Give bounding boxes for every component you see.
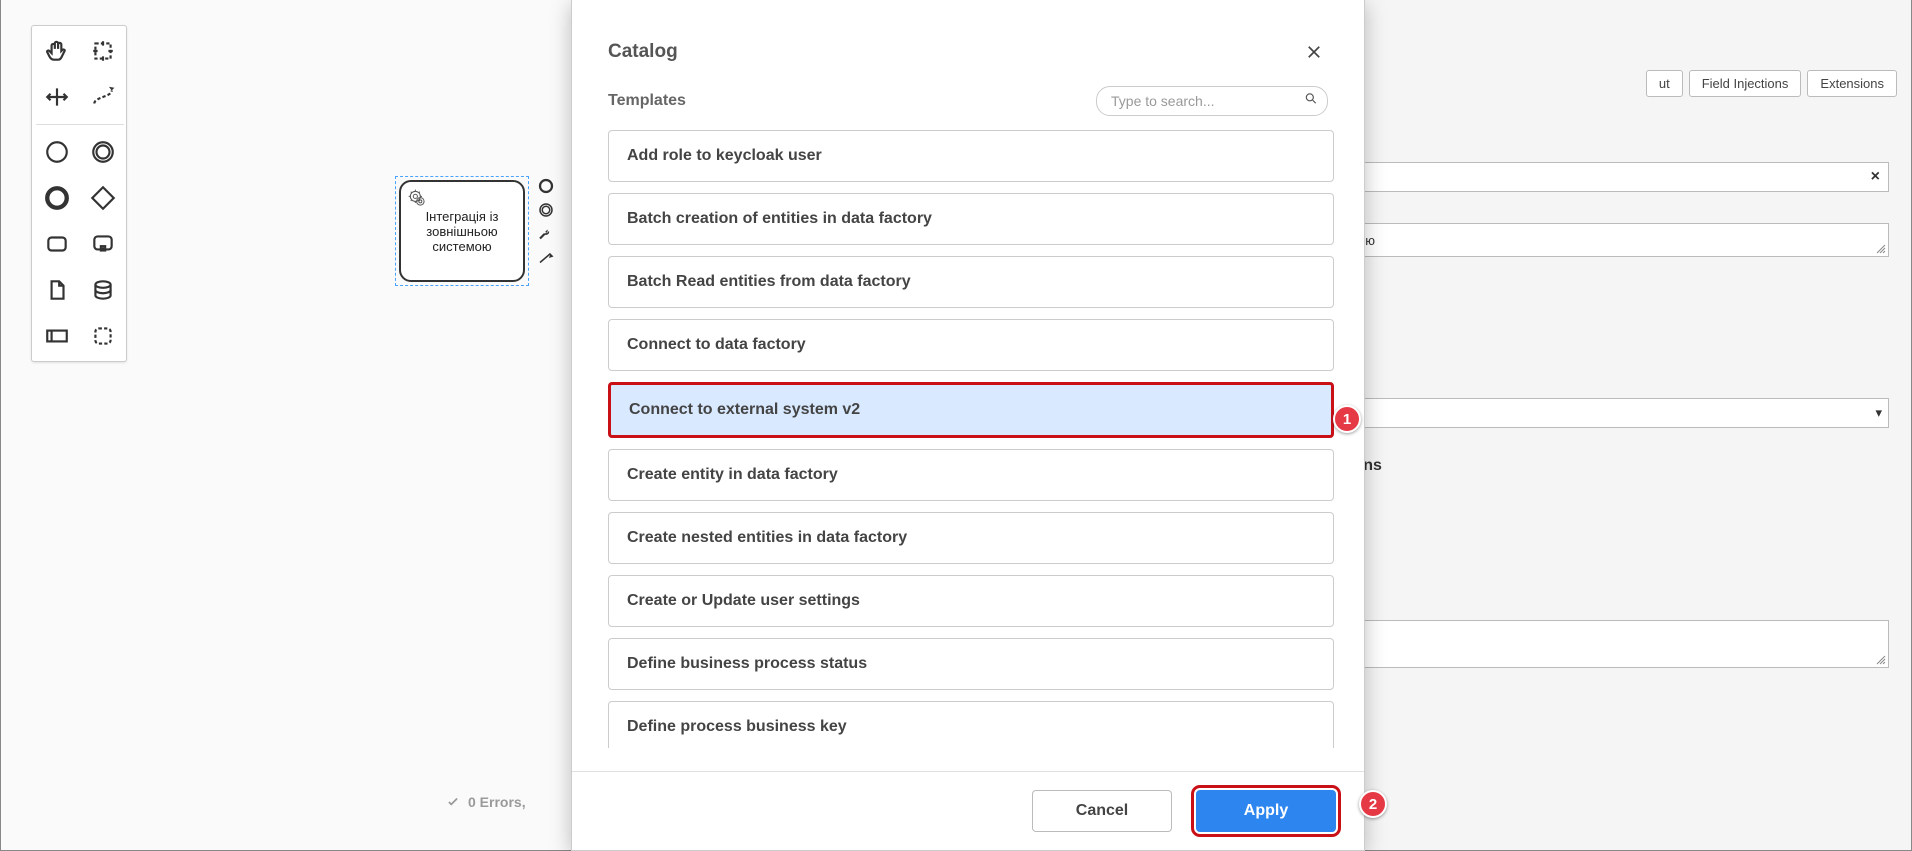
template-item[interactable]: Add role to keycloak user [608,130,1334,182]
subprocess-tool[interactable] [82,223,124,265]
template-item[interactable]: Create nested entities in data factory [608,512,1334,564]
field-textarea[interactable] [1327,620,1889,668]
cancel-button[interactable]: Cancel [1032,790,1172,832]
tab-field-injections[interactable]: Field Injections [1689,70,1802,97]
callout-2: 2 [1359,790,1387,818]
wrench-icon[interactable] [535,223,557,245]
template-item[interactable]: Create or Update user settings [608,575,1334,627]
callout-1: 1 [1333,405,1361,433]
bpmn-service-task[interactable]: Інтеграція із зовнішньою системою [399,180,525,282]
context-pad [535,175,557,269]
close-button[interactable] [1300,38,1328,66]
intermediate-event-tool[interactable] [82,131,124,173]
field-id[interactable]: × [1327,162,1889,192]
global-connect-tool[interactable] [82,76,124,118]
status-text: 0 Errors, [468,794,526,810]
data-store-tool[interactable] [82,269,124,311]
template-item[interactable]: Connect to external system v2 [608,382,1334,438]
tool-palette [31,25,127,362]
status-bar: 0 Errors, [446,794,526,810]
group-tool[interactable] [82,315,124,357]
close-icon [1305,43,1323,61]
tab-ut[interactable]: ut [1646,70,1683,97]
end-event-tool[interactable] [36,177,78,219]
resize-grip-icon [1876,655,1886,665]
task-tool[interactable] [36,223,78,265]
connect-icon[interactable] [535,247,557,269]
search-input[interactable] [1096,86,1328,116]
section-title: Templates [608,92,686,110]
append-end-event[interactable] [535,175,557,197]
gateway-tool[interactable] [82,177,124,219]
field-select[interactable]: ▾ [1327,398,1889,428]
append-intermediate-event[interactable] [535,199,557,221]
lasso-tool[interactable] [82,30,124,72]
resize-grip-icon [1876,244,1886,254]
field-name[interactable]: темою [1327,223,1889,257]
participant-tool[interactable] [36,315,78,357]
chevron-down-icon: ▾ [1875,405,1882,421]
tab-extensions[interactable]: Extensions [1807,70,1897,97]
check-icon [446,795,460,809]
template-item[interactable]: Define process business key [608,701,1334,748]
space-tool[interactable] [36,76,78,118]
clear-icon[interactable]: × [1871,168,1880,186]
hand-tool[interactable] [36,30,78,72]
template-item[interactable]: Batch Read entities from data factory [608,256,1334,308]
search-icon [1304,92,1318,111]
apply-button[interactable]: Apply [1196,790,1336,832]
dialog-title: Catalog [608,41,678,63]
template-item[interactable]: Connect to data factory [608,319,1334,371]
template-item[interactable]: Create entity in data factory [608,449,1334,501]
template-item[interactable]: Batch creation of entities in data facto… [608,193,1334,245]
template-item[interactable]: Define business process status [608,638,1334,690]
template-list[interactable]: Add role to keycloak user Batch creation … [608,130,1344,748]
gear-icon [407,188,427,211]
catalog-dialog: Catalog Templates Add role to keycloak u… [571,0,1365,851]
data-object-tool[interactable] [36,269,78,311]
start-event-tool[interactable] [36,131,78,173]
